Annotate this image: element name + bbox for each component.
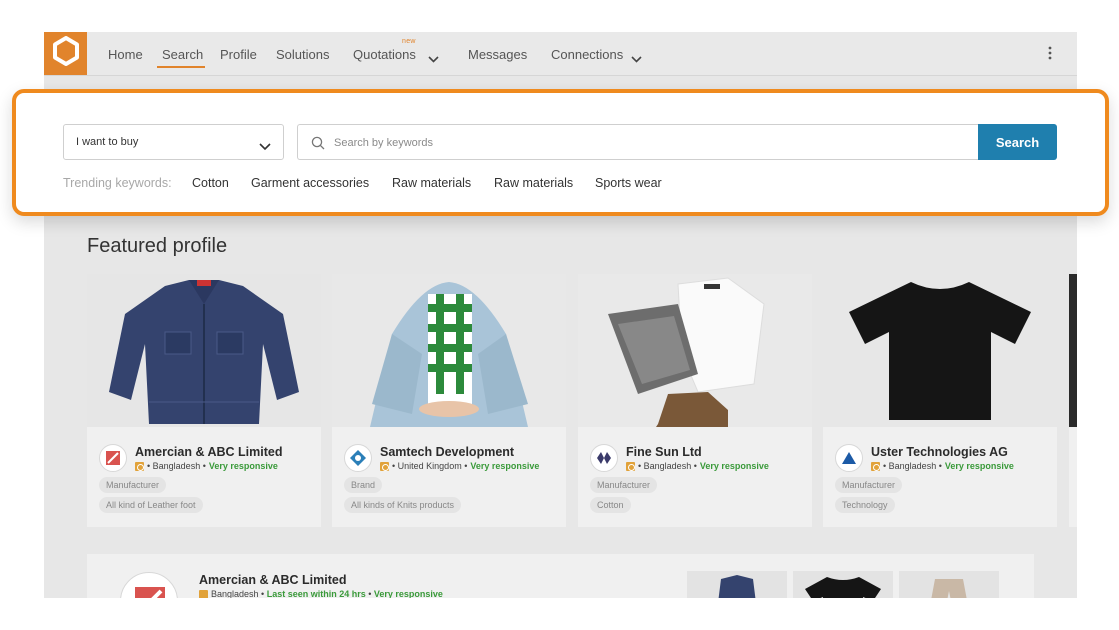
nav-messages[interactable]: Messages — [468, 47, 527, 62]
product-tag: All kinds of Knits products — [344, 497, 462, 513]
denim-jacket-image — [87, 274, 321, 427]
company-name[interactable]: Amercian & ABC Limited — [199, 573, 346, 587]
verified-badge-icon — [380, 461, 389, 471]
company-name[interactable]: Amercian & ABC Limited — [135, 445, 282, 459]
kebab-menu-icon[interactable] — [1046, 45, 1054, 63]
company-logo — [99, 444, 127, 472]
new-badge: new — [402, 38, 416, 45]
verified-badge-icon — [871, 461, 880, 471]
nav-connections[interactable]: Connections — [551, 47, 623, 62]
gear-hexagon-icon — [51, 36, 81, 71]
search-icon — [311, 136, 325, 155]
card-info: Samtech Development • United Kingdom • Ve… — [332, 427, 566, 527]
product-thumbnail[interactable] — [899, 571, 999, 598]
profile-card[interactable]: Fine Sun Ltd • Bangladesh • Very responsi… — [578, 274, 812, 527]
profile-card[interactable]: Uster Technologies AG • Bangladesh • Very… — [823, 274, 1057, 527]
company-name[interactable]: Samtech Development — [380, 445, 514, 459]
company-name[interactable]: Fine Sun Ltd — [626, 445, 702, 459]
search-panel: I want to buy Search Trending keywords: … — [12, 89, 1109, 216]
trending-keyword[interactable]: Garment accessories — [251, 176, 369, 190]
trending-label: Trending keywords: — [63, 176, 172, 190]
company-location: • Bangladesh • Very responsive — [871, 461, 1014, 471]
chevron-down-icon[interactable] — [631, 50, 642, 68]
company-logo — [120, 572, 178, 598]
person-in-jacket-image — [332, 274, 566, 427]
search-button[interactable]: Search — [978, 124, 1057, 160]
nav-solutions[interactable]: Solutions — [276, 47, 329, 62]
business-type-tag: Manufacturer — [590, 477, 658, 493]
black-tshirt-image — [823, 274, 1057, 427]
search-input[interactable] — [334, 133, 934, 153]
product-thumbnail[interactable] — [793, 571, 893, 598]
company-location: • Bangladesh • Very responsive — [135, 461, 278, 471]
business-type-tag: Manufacturer — [99, 477, 167, 493]
nav-quotations[interactable]: Quotations — [353, 47, 416, 62]
trending-keyword[interactable]: Raw materials — [494, 176, 573, 190]
card-info: Fine Sun Ltd • Bangladesh • Very responsi… — [578, 427, 812, 527]
intent-select-value: I want to buy — [76, 136, 139, 148]
product-thumbnail[interactable] — [687, 571, 787, 598]
company-logo — [835, 444, 863, 472]
listing-row[interactable]: Amercian & ABC Limited Bangladesh • Last… — [87, 554, 1034, 598]
product-tag: All kind of Leather foot — [99, 497, 203, 513]
profile-card[interactable]: Amercian & ABC Limited • Bangladesh • Ver… — [87, 274, 321, 527]
app-logo[interactable] — [44, 32, 87, 75]
business-type-tag: Brand — [344, 477, 383, 493]
verified-badge-icon — [626, 461, 635, 471]
top-nav: Home Search Profile Solutions new Quotat… — [44, 32, 1077, 76]
next-card-peek[interactable] — [1069, 274, 1077, 527]
verified-badge-icon — [199, 589, 208, 598]
trending-keyword[interactable]: Sports wear — [595, 176, 662, 190]
featured-title: Featured profile — [87, 235, 228, 257]
company-location: • Bangladesh • Very responsive — [626, 461, 769, 471]
nav-home[interactable]: Home — [108, 47, 143, 62]
card-info: Amercian & ABC Limited • Bangladesh • Ver… — [87, 427, 321, 527]
company-logo — [590, 444, 618, 472]
business-type-tag: Manufacturer — [835, 477, 903, 493]
company-meta: Bangladesh • Last seen within 24 hrs • V… — [199, 589, 443, 598]
active-tab-indicator — [157, 66, 205, 68]
card-info: Uster Technologies AG • Bangladesh • Very… — [823, 427, 1057, 527]
chevron-down-icon — [259, 138, 271, 156]
search-input-wrapper — [297, 124, 978, 160]
profile-card[interactable]: Samtech Development • United Kingdom • Ve… — [332, 274, 566, 527]
product-tag: Cotton — [590, 497, 631, 513]
trending-keyword[interactable]: Raw materials — [392, 176, 471, 190]
chevron-down-icon[interactable] — [428, 50, 439, 68]
intent-select[interactable]: I want to buy — [63, 124, 284, 160]
trending-keyword[interactable]: Cotton — [192, 176, 229, 190]
nav-search[interactable]: Search — [162, 47, 203, 62]
nav-profile[interactable]: Profile — [220, 47, 257, 62]
folded-clothes-image — [578, 274, 812, 427]
product-tag: Technology — [835, 497, 895, 513]
company-name[interactable]: Uster Technologies AG — [871, 445, 1008, 459]
verified-badge-icon — [135, 461, 144, 471]
company-logo — [344, 444, 372, 472]
company-location: • United Kingdom • Very responsive — [380, 461, 539, 471]
